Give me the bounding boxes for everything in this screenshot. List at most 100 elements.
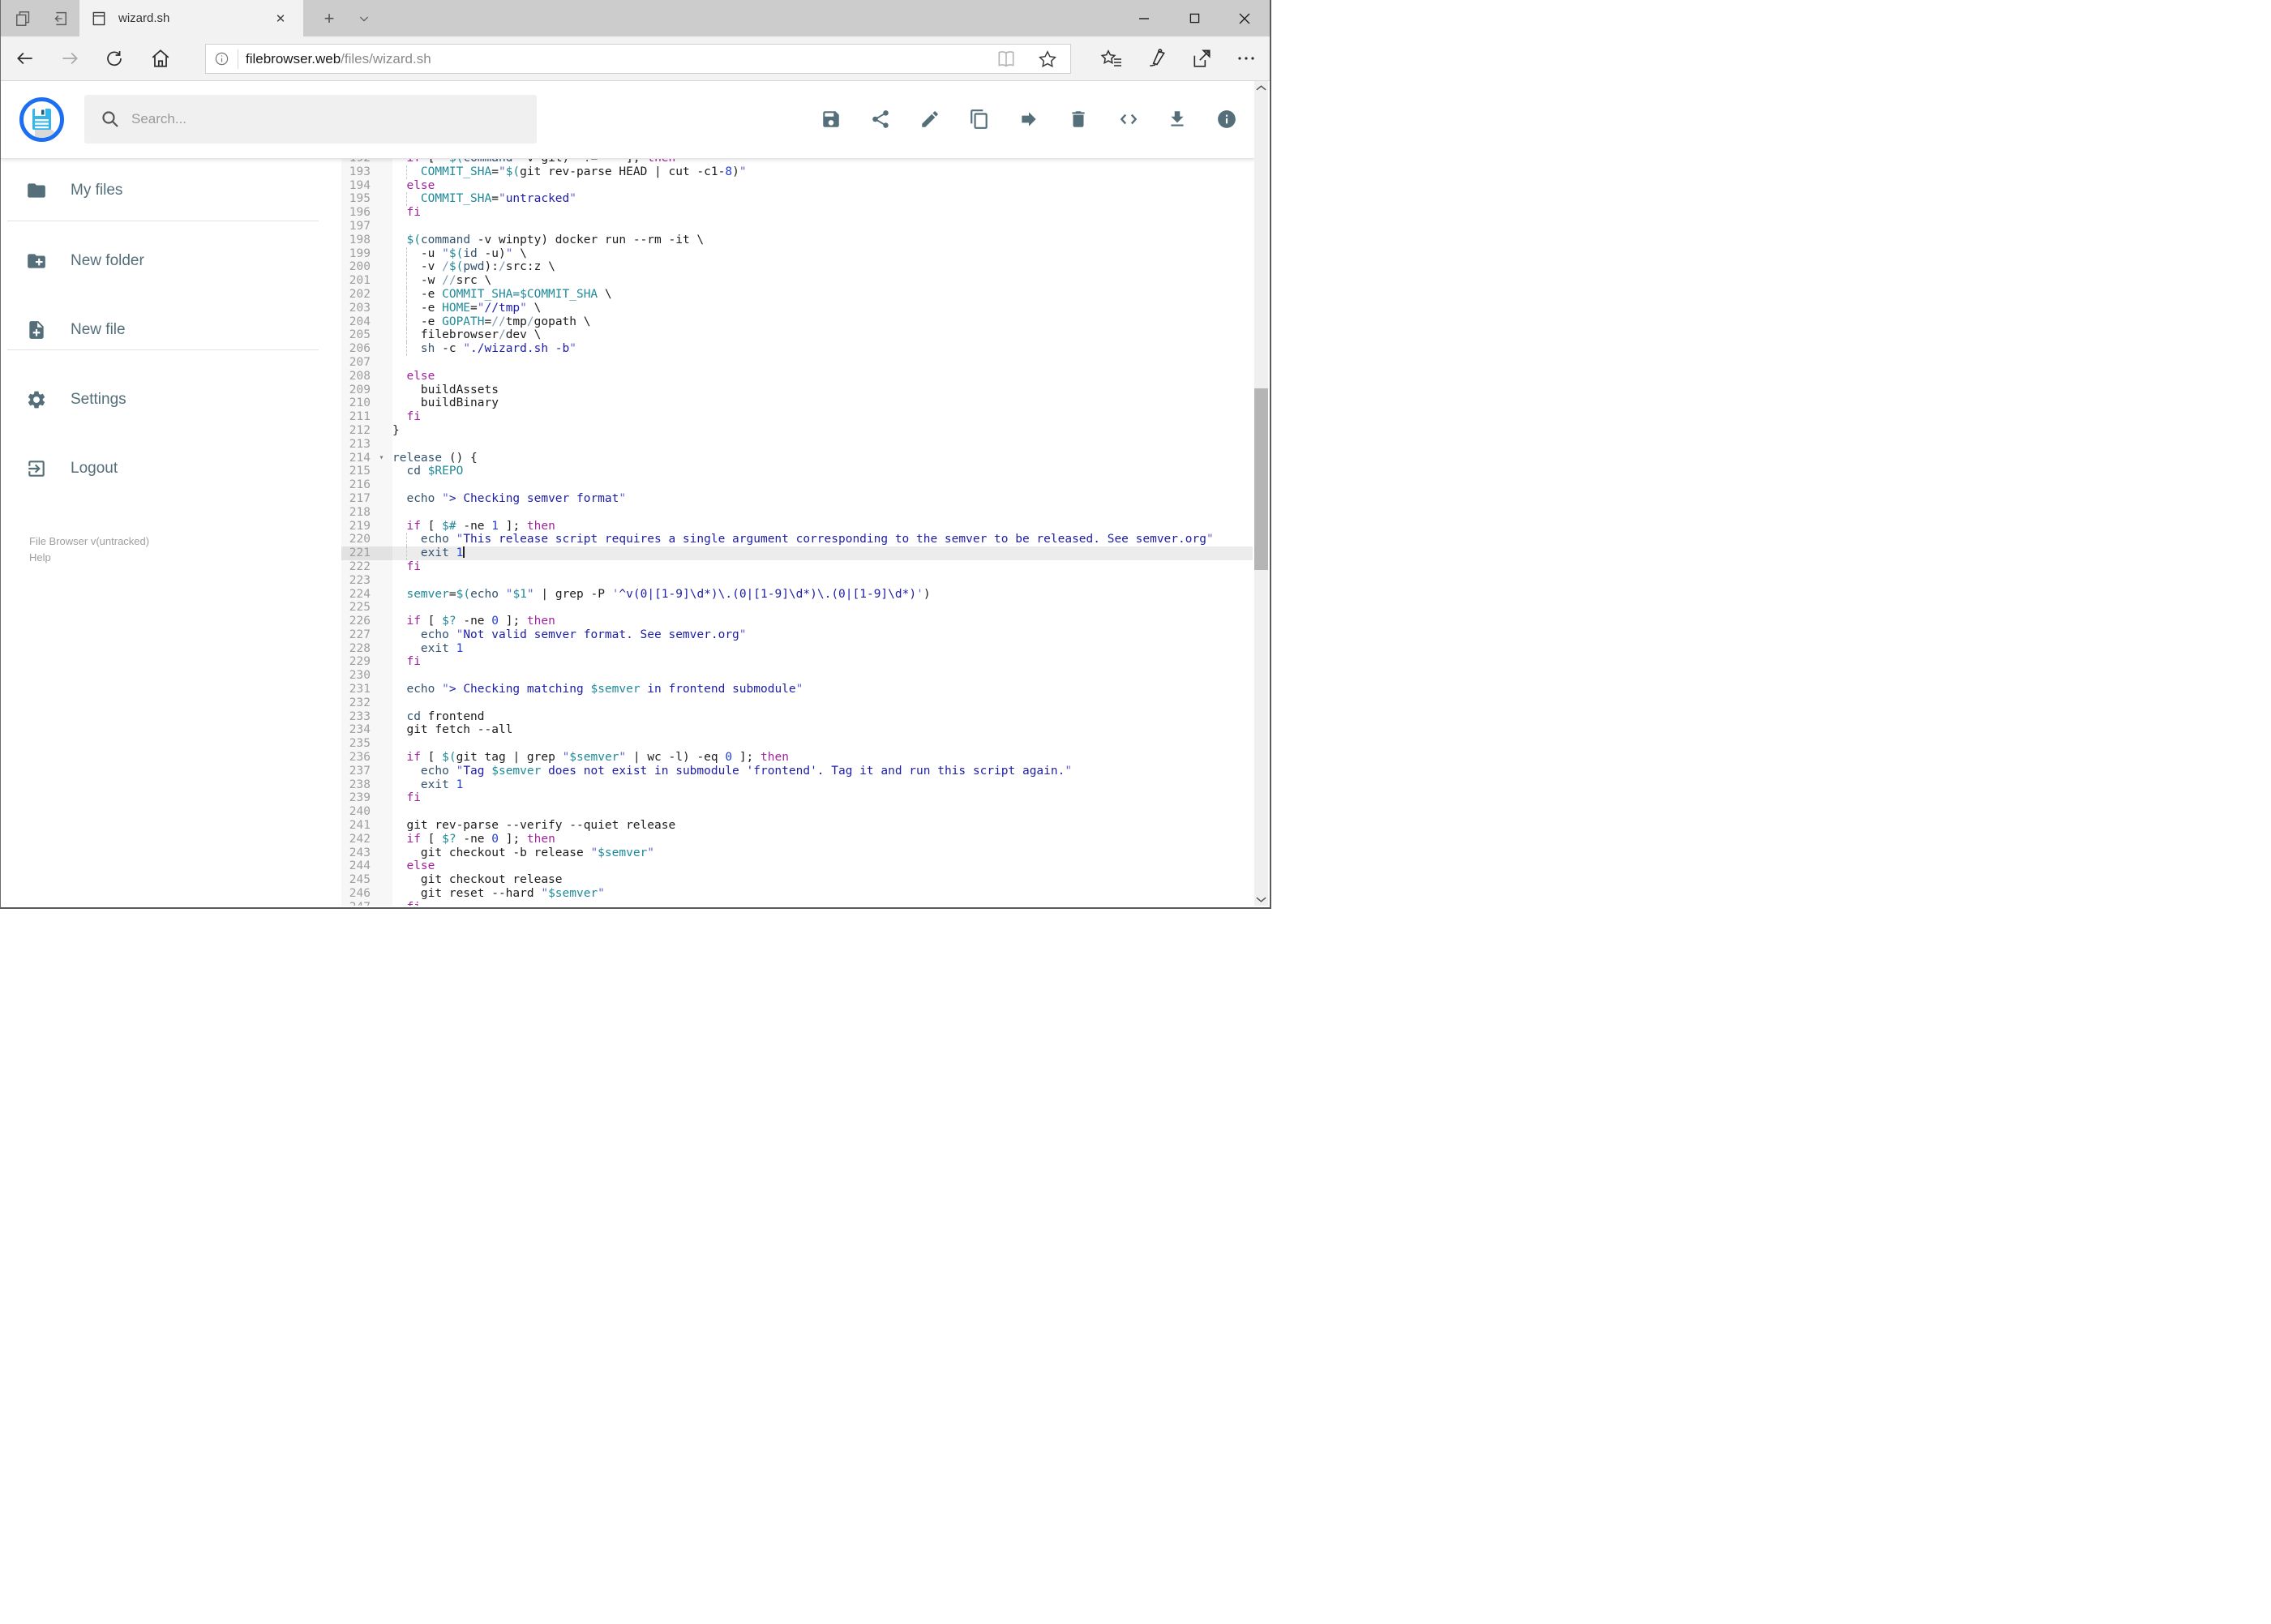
line-number[interactable]: 213	[341, 437, 371, 452]
refresh-button[interactable]	[100, 44, 129, 73]
code-line[interactable]: 240	[341, 805, 1253, 820]
code-line[interactable]: 243 git checkout -b release "$semver"	[341, 846, 1253, 860]
line-number[interactable]: 244	[341, 859, 371, 874]
line-number[interactable]: 211	[341, 410, 371, 424]
code-line[interactable]: 216	[341, 478, 1253, 492]
line-number[interactable]: 202	[341, 287, 371, 302]
line-number[interactable]: 232	[341, 696, 371, 710]
line-number[interactable]: 196	[341, 206, 371, 220]
code-line[interactable]: 220 echo "This release script requires a…	[341, 533, 1253, 547]
site-info-icon[interactable]	[206, 49, 238, 69]
line-number[interactable]: 216	[341, 478, 371, 492]
code-line[interactable]: 231 echo "> Checking matching $semver in…	[341, 683, 1253, 696]
code-line[interactable]: 205 filebrowser/dev \	[341, 328, 1253, 343]
search-input[interactable]: Search...	[84, 95, 537, 144]
line-number[interactable]: 209	[341, 383, 371, 397]
forward-button[interactable]	[55, 44, 84, 73]
sidebar-item-settings[interactable]: Settings	[1, 379, 319, 421]
line-number[interactable]: 221	[341, 546, 371, 560]
code-line[interactable]: 238 exit 1	[341, 778, 1253, 792]
line-number[interactable]: 223	[341, 573, 371, 588]
new-tab-button[interactable]: +	[313, 0, 345, 36]
line-number[interactable]: 227	[341, 628, 371, 642]
code-line[interactable]: 225	[341, 601, 1253, 615]
code-line[interactable]: 228 exit 1	[341, 641, 1253, 656]
code-line[interactable]: 247 fi	[341, 900, 1253, 906]
code-line[interactable]: 230	[341, 669, 1253, 683]
code-line[interactable]: 196 fi	[341, 206, 1253, 220]
sidebar-item-new-folder[interactable]: New folder	[1, 240, 319, 282]
sidebar-item-logout[interactable]: Logout	[1, 448, 319, 490]
share-page-button[interactable]	[1187, 44, 1216, 73]
fold-arrow-icon[interactable]: ▾	[371, 451, 392, 465]
hub-favorites-button[interactable]	[1097, 44, 1126, 73]
share-button[interactable]	[870, 109, 891, 130]
line-number[interactable]: 195	[341, 192, 371, 207]
code-line[interactable]: 234 git fetch --all	[341, 723, 1253, 738]
line-number[interactable]: 237	[341, 764, 371, 778]
info-button[interactable]	[1216, 109, 1237, 130]
line-number[interactable]: 205	[341, 328, 371, 343]
reading-view-icon[interactable]	[996, 50, 1017, 68]
code-line[interactable]: 246 git reset --hard "$semver"	[341, 887, 1253, 901]
line-number[interactable]: 217	[341, 491, 371, 506]
sidebar-item-my-files[interactable]: My files	[1, 169, 319, 212]
code-line[interactable]: 224 semver=$(echo "$1" | grep -P '^v(0|[…	[341, 587, 1253, 602]
window-close-button[interactable]	[1219, 0, 1270, 36]
annotate-pen-button[interactable]	[1142, 44, 1172, 73]
delete-button[interactable]	[1068, 109, 1089, 130]
line-number[interactable]: 228	[341, 641, 371, 656]
line-number[interactable]: 198	[341, 233, 371, 247]
code-line[interactable]: 239 fi	[341, 791, 1253, 806]
line-number[interactable]: 204	[341, 315, 371, 329]
line-number[interactable]: 241	[341, 819, 371, 833]
code-line[interactable]: 209 buildAssets	[341, 383, 1253, 397]
code-line[interactable]: 207	[341, 355, 1253, 370]
line-number[interactable]: 197	[341, 219, 371, 234]
tab-list-dropdown-button[interactable]	[348, 0, 380, 36]
page-scrollbar[interactable]	[1254, 81, 1268, 906]
code-line[interactable]: 226 if [ $? -ne 0 ]; then	[341, 615, 1253, 628]
code-line[interactable]: 242 if [ $? -ne 0 ]; then	[341, 832, 1253, 846]
line-number[interactable]: 236	[341, 751, 371, 765]
code-line[interactable]: 245 git checkout release	[341, 873, 1253, 888]
code-line[interactable]: 193 COMMIT_SHA="$(git rev-parse HEAD | c…	[341, 165, 1253, 179]
back-button[interactable]	[11, 44, 40, 73]
line-number[interactable]: 193	[341, 165, 371, 179]
code-line[interactable]: 198 $(command -v winpty) docker run --rm…	[341, 233, 1253, 247]
code-line[interactable]: 211 fi	[341, 410, 1253, 424]
line-number[interactable]: 215	[341, 465, 371, 479]
help-link[interactable]: Help	[29, 551, 51, 563]
code-editor[interactable]: 192 if [ "$(command -v git)" != "" ]; th…	[341, 159, 1253, 906]
code-line[interactable]: 232	[341, 696, 1253, 710]
line-number[interactable]: 218	[341, 505, 371, 520]
code-line[interactable]: 218	[341, 505, 1253, 520]
line-number[interactable]: 212	[341, 423, 371, 438]
line-number[interactable]: 194	[341, 178, 371, 193]
url-text[interactable]: filebrowser.web/files/wizard.sh	[246, 51, 996, 67]
code-line[interactable]: 229 fi	[341, 655, 1253, 670]
set-tabs-aside-button[interactable]	[41, 0, 77, 36]
tab-preview-button[interactable]	[6, 0, 41, 36]
line-number[interactable]: 229	[341, 655, 371, 670]
download-button[interactable]	[1167, 109, 1188, 130]
sidebar-item-new-file[interactable]: New file	[1, 309, 319, 351]
line-number[interactable]: 235	[341, 737, 371, 752]
window-maximize-button[interactable]	[1169, 0, 1219, 36]
line-number[interactable]: 224	[341, 587, 371, 602]
line-number[interactable]: 230	[341, 669, 371, 683]
window-minimize-button[interactable]	[1119, 0, 1169, 36]
code-line[interactable]: 195 COMMIT_SHA="untracked"	[341, 192, 1253, 207]
line-number[interactable]: 207	[341, 355, 371, 370]
home-button[interactable]	[146, 44, 175, 73]
line-number[interactable]: 231	[341, 683, 371, 696]
favorite-star-icon[interactable]	[1038, 49, 1057, 69]
move-button[interactable]	[1018, 109, 1039, 130]
code-line[interactable]: 202 -e COMMIT_SHA=$COMMIT_SHA \	[341, 287, 1253, 302]
scrollbar-thumb[interactable]	[1254, 388, 1268, 570]
tab-close-button[interactable]: ✕	[269, 7, 292, 30]
code-line[interactable]: 210 buildBinary	[341, 396, 1253, 411]
code-line[interactable]: 241 git rev-parse --verify --quiet relea…	[341, 819, 1253, 833]
code-line[interactable]: 213	[341, 437, 1253, 452]
copy-button[interactable]	[969, 109, 990, 130]
